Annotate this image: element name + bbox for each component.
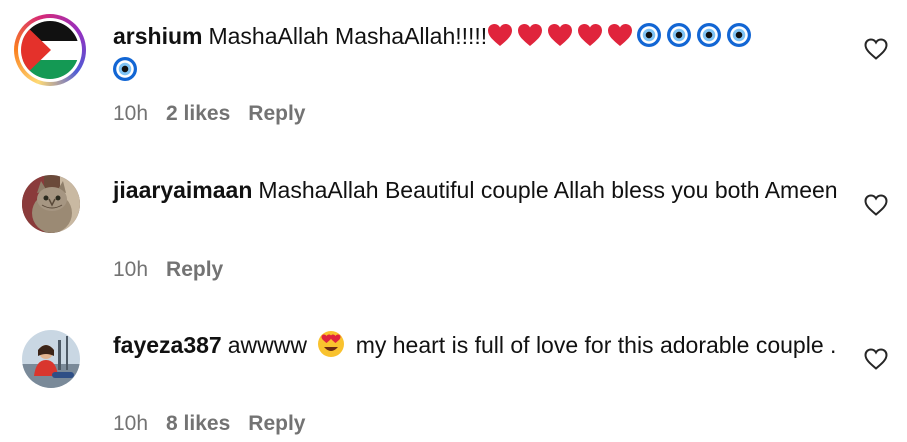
person-photo-icon [22, 330, 80, 388]
comment-likes[interactable]: 2 likes [166, 102, 230, 125]
reply-button[interactable]: Reply [248, 102, 305, 125]
red-heart-icon [578, 24, 603, 46]
comment-likes[interactable]: 8 likes [166, 412, 230, 435]
comment-text-before: awwww [227, 332, 307, 358]
comment-body: fayeza387 awwww my heart is full of love … [113, 328, 843, 362]
comment-item: arshium MashaAllah MashaAllah!!!!! 10h 2 l… [0, 0, 907, 150]
comment-meta: 10h 2 likes Reply [113, 102, 323, 126]
avatar[interactable] [22, 175, 80, 233]
comment-meta: 10h 8 likes Reply [113, 412, 323, 436]
avatar[interactable] [22, 330, 80, 388]
comment-meta: 10h Reply [113, 258, 241, 282]
comment-username[interactable]: arshium [113, 23, 202, 49]
comment-text: MashaAllah Beautiful couple Allah bless … [258, 177, 838, 203]
heart-outline-icon[interactable] [864, 38, 888, 60]
reply-button[interactable]: Reply [248, 412, 305, 435]
comment-item: jiaaryaimaan MashaAllah Beautiful couple … [0, 150, 907, 305]
comment-body: arshium MashaAllah MashaAllah!!!!! [113, 19, 843, 87]
palestine-flag-icon [21, 21, 79, 79]
comment-text-after: my heart is full of love for this adorab… [355, 332, 837, 358]
comment-username[interactable]: fayeza387 [113, 332, 222, 358]
nazar-amulet-icon [667, 23, 692, 47]
red-heart-icon [518, 24, 543, 46]
red-heart-icon [488, 24, 513, 46]
comment-body: jiaaryaimaan MashaAllah Beautiful couple … [113, 173, 843, 207]
comment-username[interactable]: jiaaryaimaan [113, 177, 252, 203]
red-heart-icon [548, 24, 573, 46]
comment-time: 10h [113, 258, 149, 281]
avatar[interactable] [14, 14, 86, 86]
comment-item: fayeza387 awwww my heart is full of love … [0, 305, 907, 442]
comment-time: 10h [113, 412, 149, 435]
heart-outline-icon[interactable] [864, 194, 888, 216]
nazar-amulet-icon [697, 23, 722, 47]
reply-button[interactable]: Reply [166, 258, 223, 281]
cat-photo-icon [22, 175, 80, 233]
nazar-amulet-icon [727, 23, 752, 47]
comment-text: MashaAllah MashaAllah!!!!! [208, 23, 488, 49]
nazar-amulet-icon [113, 57, 137, 81]
heart-outline-icon[interactable] [864, 348, 888, 370]
heart-eyes-icon [318, 331, 345, 357]
nazar-amulet-icon [637, 23, 662, 47]
comment-time: 10h [113, 102, 149, 125]
red-heart-icon [608, 24, 633, 46]
